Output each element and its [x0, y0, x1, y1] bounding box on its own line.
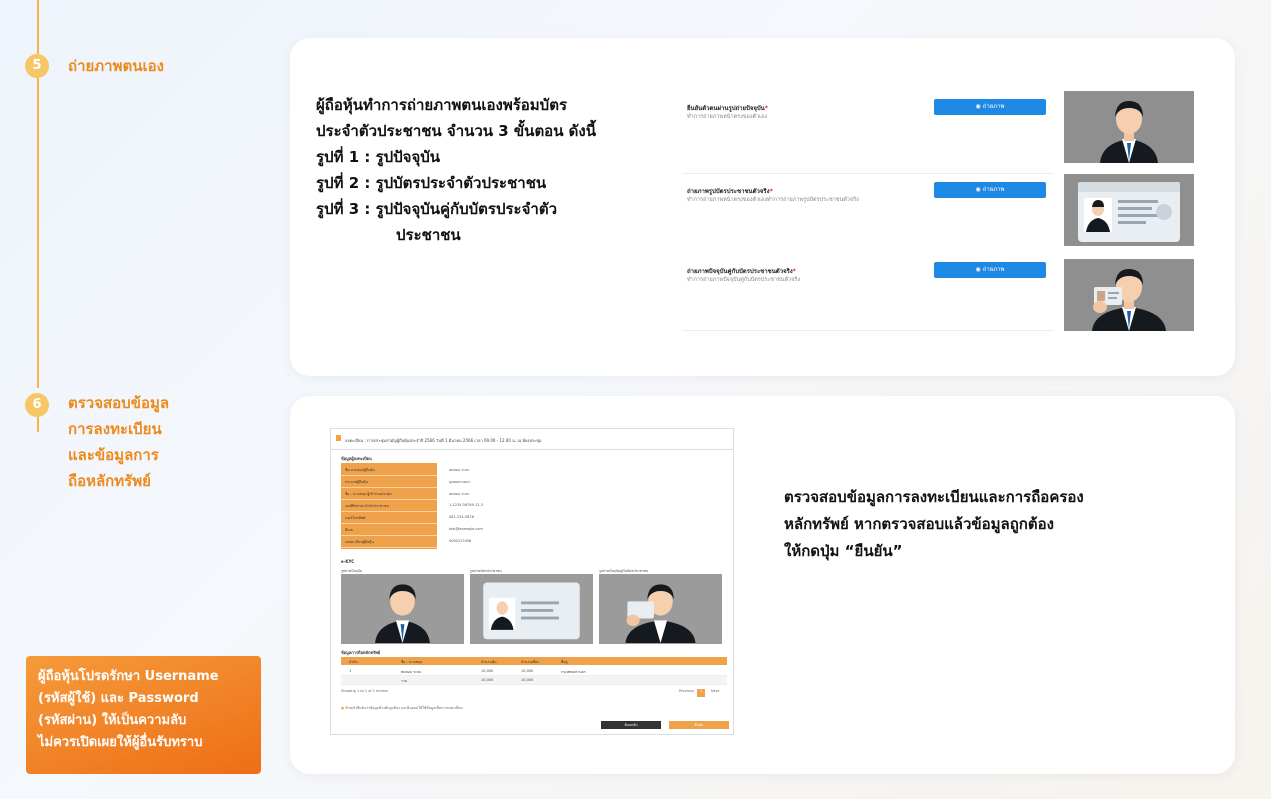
- id-card-thumbnail: [1064, 174, 1194, 246]
- mini-back-button[interactable]: ย้อนกลับ: [601, 721, 661, 729]
- notice-line: (รหัสผ่าน) ให้เป็นความลับ: [38, 713, 187, 728]
- form-row-hint: ทำการถ่ายภาพปัจจุบันคู่กับบัตรประชาชนตัว…: [687, 277, 801, 283]
- step-6-title-line: และข้อมูลการ: [68, 446, 159, 464]
- desc-line: รูปที่ 3 : รูปปัจจุบันคู่กับบัตรประจำตัว: [316, 200, 557, 218]
- form-row-hint: ทำการถ่ายภาพหน้าตรงของตัวเองทำการถ่ายภาพ…: [687, 197, 859, 203]
- current-photo-thumbnail: [1064, 91, 1194, 163]
- step-6-description: ตรวจสอบข้อมูลการลงทะเบียนและการถือครอง ห…: [784, 484, 1084, 565]
- form-row-hint: ทำการถ่ายภาพหน้าตรงของตัวเอง: [687, 114, 768, 120]
- password-notice-box: ผู้ถือหุ้นโปรดรักษา Username (รหัสผู้ใช้…: [26, 656, 261, 774]
- timeline-line-bottom: [37, 416, 39, 432]
- step-5-description: ผู้ถือหุ้นทำการถ่ายภาพตนเองพร้อมบัตร ประ…: [316, 92, 596, 248]
- mini-field-value: ทดสอบ ระบบ: [449, 468, 470, 472]
- desc-line: ตรวจสอบข้อมูลการลงทะเบียนและการถือครอง: [784, 488, 1084, 506]
- camera-icon: ◉: [975, 103, 981, 110]
- camera-icon: ◉: [975, 266, 981, 273]
- photo-with-card-thumbnail: [1064, 259, 1194, 331]
- desc-line: รูปที่ 1 : รูปปัจจุบัน: [316, 148, 441, 166]
- mini-field-value: test@example.com: [449, 527, 483, 531]
- mini-field-value: บุคคลธรรมดา: [449, 480, 471, 484]
- form-row-label: ยืนยันตัวตนผ่านรูปถ่ายปัจจุบัน*: [687, 105, 768, 112]
- mini-consent-note: ● ข้าพเจ้ายืนยันว่าข้อมูลข้างต้นถูกต้อง …: [341, 706, 463, 710]
- desc-line: รูปที่ 2 : รูปบัตรประจำตัวประชาชน: [316, 174, 547, 192]
- mini-field-value: ทดสอบ ระบบ: [449, 492, 470, 496]
- mini-header: ลงทะเบียน : การประชุมสามัญผู้ถือหุ้นประจ…: [331, 429, 733, 450]
- mini-prev-button[interactable]: Previous: [679, 689, 694, 697]
- mini-current-photo: [341, 574, 464, 644]
- photo-form-row: ยืนยันตัวตนผ่านรูปถ่ายปัจจุบัน* ทำการถ่า…: [682, 93, 1054, 174]
- step-6-title-line: ตรวจสอบข้อมูล: [68, 394, 170, 412]
- mini-table-header: ลำดับ ชื่อ - นามสกุล จำนวนหุ้น จำนวนเสีย…: [341, 657, 727, 665]
- table-row: 1 ทดสอบ ระบบ 10,000 10,000 กรุงเทพมหานคร: [341, 667, 727, 676]
- step-6-title-line: ถือหลักทรัพย์: [68, 472, 151, 490]
- timeline-line-middle: [37, 78, 39, 388]
- warning-icon: ●: [341, 706, 345, 710]
- form-row-label: ถ่ายภาพปัจจุบันคู่กับบัตรประชาชนตัวจริง*: [687, 268, 796, 275]
- mini-field-value: 081-234-5678: [449, 515, 474, 519]
- step-6-title-line: การลงทะเบียน: [68, 420, 162, 438]
- mini-section-ekyc: e-KYC: [341, 559, 355, 564]
- meeting-icon: [336, 435, 341, 441]
- mini-id-card-photo: [470, 574, 593, 644]
- timeline-line-top: [37, 0, 39, 54]
- desc-line: ประจำตัวประชาชน จำนวน 3 ขั้นตอน ดังนี้: [316, 122, 596, 140]
- table-row: รวม 10,000 10,000: [341, 676, 727, 685]
- mini-section-shares: ข้อมูลการถือหลักทรัพย์: [341, 650, 381, 655]
- step-6-title: ตรวจสอบข้อมูล การลงทะเบียน และข้อมูลการ …: [68, 390, 169, 494]
- camera-icon: ◉: [975, 186, 981, 193]
- mini-showing-entries: Showing 1 to 1 of 1 entries: [341, 689, 389, 693]
- mini-field-labels: ชื่อ-นามสกุลผู้ถือหุ้น ประเภทผู้ถือหุ้น …: [341, 463, 437, 549]
- take-photo-button[interactable]: ◉ ถ่ายภาพ: [934, 182, 1046, 198]
- mini-photo-with-card: [599, 574, 722, 644]
- desc-line: หลักทรัพย์ หากตรวจสอบแล้วข้อมูลถูกต้อง: [784, 515, 1054, 533]
- desc-line: ผู้ถือหุ้นทำการถ่ายภาพตนเองพร้อมบัตร: [316, 96, 568, 114]
- mini-field-value: 1-1234-56789-12-3: [449, 503, 484, 507]
- notice-line: ไม่ควรเปิดเผยให้ผู้อื่นรับทราบ: [38, 735, 203, 750]
- notice-line: (รหัสผู้ใช้) และ Password: [38, 691, 199, 706]
- registration-summary-screenshot: ลงทะเบียน : การประชุมสามัญผู้ถือหุ้นประจ…: [330, 428, 734, 735]
- mini-section-register: ข้อมูลผู้ลงทะเบียน: [341, 456, 372, 461]
- mini-next-button[interactable]: Next: [711, 689, 719, 697]
- form-row-label: ถ่ายภาพรูปบัตรประชาชนตัวจริง*: [687, 188, 773, 195]
- step-6-badge: 6: [25, 393, 49, 417]
- desc-line: ประชาชน: [396, 226, 461, 244]
- desc-line: ให้กดปุ่ม “ยืนยัน”: [784, 542, 903, 560]
- step-5-badge: 5: [25, 54, 49, 78]
- mini-page-1-button[interactable]: 1: [697, 689, 705, 697]
- photo-form-row: ถ่ายภาพรูปบัตรประชาชนตัวจริง* ทำการถ่ายภ…: [682, 176, 1054, 257]
- step-5-title: ถ่ายภาพตนเอง: [68, 57, 164, 75]
- notice-line: ผู้ถือหุ้นโปรดรักษา Username: [38, 669, 219, 684]
- mini-confirm-button[interactable]: ยืนยัน: [669, 721, 729, 729]
- photo-form-row: ถ่ายภาพปัจจุบันคู่กับบัตรประชาชนตัวจริง*…: [682, 256, 1054, 331]
- take-photo-button[interactable]: ◉ ถ่ายภาพ: [934, 262, 1046, 278]
- mini-field-value: 0000123456: [449, 539, 472, 543]
- take-photo-button[interactable]: ◉ ถ่ายภาพ: [934, 99, 1046, 115]
